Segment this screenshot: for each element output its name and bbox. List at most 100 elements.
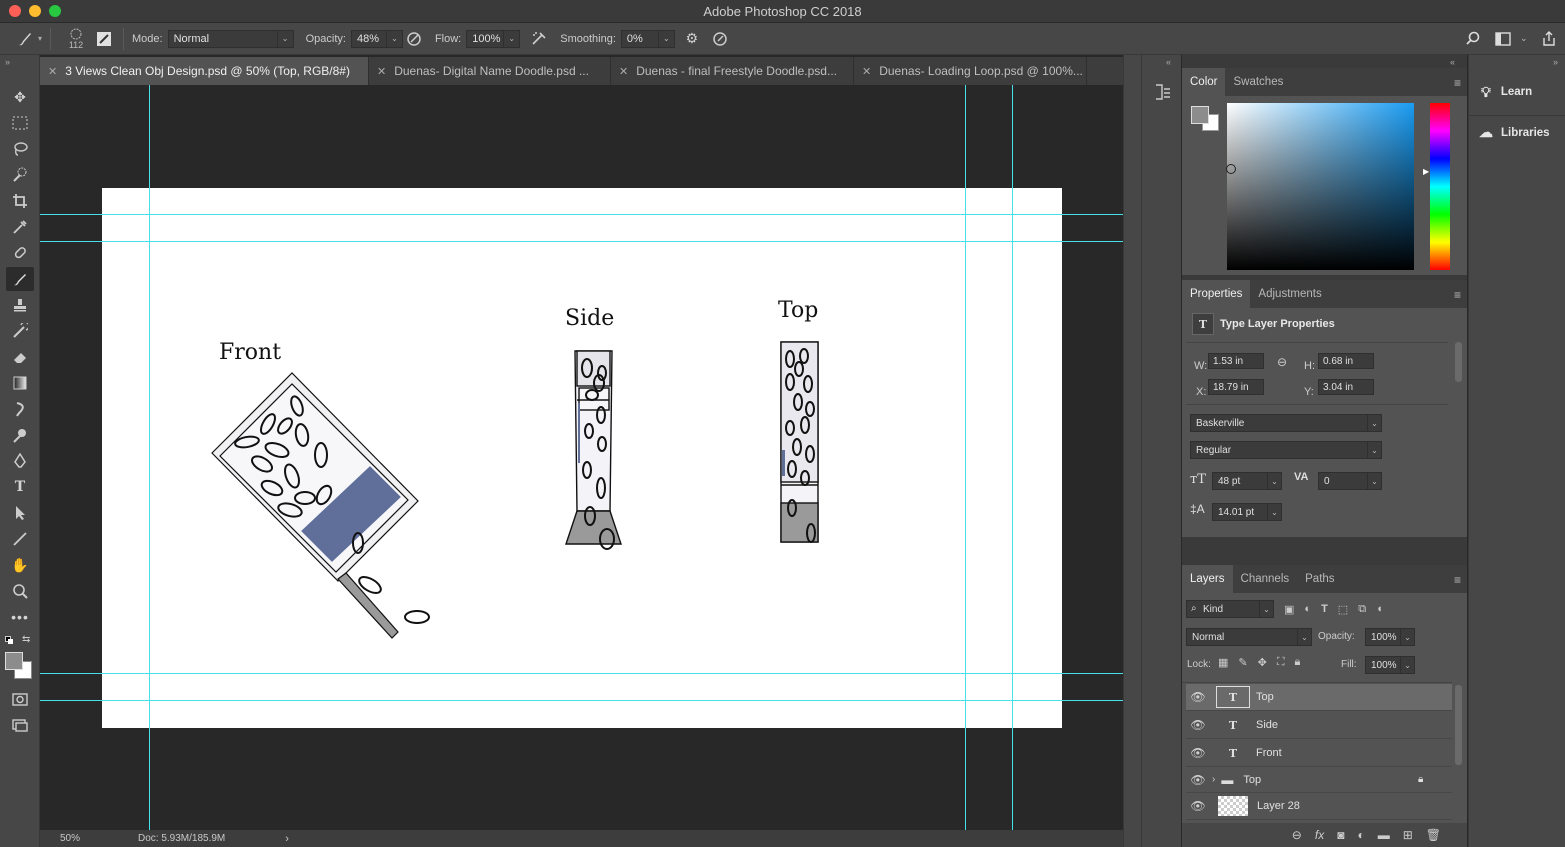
chevron-down-icon[interactable]: ⌄	[1368, 472, 1382, 490]
tab-document-3[interactable]: ✕ Duenas - final Freestyle Doodle.psd...	[611, 57, 854, 85]
chevron-down-icon[interactable]: ⌄	[277, 29, 294, 48]
gear-icon[interactable]: ⚙	[681, 28, 703, 50]
width-field[interactable]: 1.53 in	[1208, 353, 1264, 369]
guide-horizontal[interactable]	[40, 700, 1123, 701]
guide-vertical[interactable]	[149, 85, 150, 830]
foreground-color-swatch[interactable]	[5, 652, 23, 670]
history-brush-tool-icon[interactable]	[6, 319, 34, 343]
new-layer-icon[interactable]: ⊞	[1403, 828, 1413, 842]
height-field[interactable]: 0.68 in	[1318, 353, 1374, 369]
chevron-down-icon[interactable]: ⌄	[1368, 441, 1382, 459]
chevron-down-icon[interactable]: ⌄	[1298, 628, 1312, 646]
layer-opacity-field[interactable]: 100%	[1365, 628, 1401, 646]
pressure-opacity-icon[interactable]	[403, 28, 425, 50]
chevron-down-icon[interactable]: ⌄	[1520, 33, 1528, 44]
guide-vertical[interactable]	[965, 85, 966, 830]
properties-scrollbar[interactable]	[1455, 342, 1462, 382]
layer-row-front-text[interactable]: 👁︎ T Front	[1186, 740, 1452, 767]
new-group-icon[interactable]: ▬	[1378, 828, 1390, 842]
quick-selection-tool-icon[interactable]	[6, 163, 34, 187]
blend-mode-select[interactable]: Normal	[1186, 628, 1298, 646]
trash-icon[interactable]: 🗑︎	[1426, 828, 1441, 842]
tab-swatches[interactable]: Swatches	[1225, 68, 1291, 96]
swap-colors-icon[interactable]: ⇆	[22, 634, 30, 645]
tab-document-2[interactable]: ✕ Duenas- Digital Name Doodle.psd ...	[369, 57, 611, 85]
chevron-down-icon[interactable]: ⌄	[658, 29, 675, 48]
y-field[interactable]: 3.04 in	[1318, 379, 1374, 395]
line-tool-icon[interactable]	[6, 527, 34, 551]
brush-settings-icon[interactable]	[93, 28, 115, 50]
canvas-area[interactable]: Front Side Top	[40, 85, 1123, 830]
visibility-eye-icon[interactable]: 👁︎	[1188, 799, 1208, 813]
collapse-icon[interactable]: «	[1450, 57, 1455, 67]
marquee-tool-icon[interactable]	[6, 111, 34, 135]
quick-mask-icon[interactable]	[6, 687, 34, 711]
lock-transparency-icon[interactable]: ▦	[1218, 656, 1228, 669]
lock-pixels-icon[interactable]: ✎	[1238, 656, 1247, 669]
visibility-eye-icon[interactable]: 👁︎	[1188, 746, 1208, 760]
eyedropper-tool-icon[interactable]	[6, 215, 34, 239]
minimize-window-button[interactable]	[29, 5, 41, 17]
dodge-tool-icon[interactable]	[6, 423, 34, 447]
visibility-eye-icon[interactable]: 👁︎	[1188, 773, 1208, 787]
guide-horizontal[interactable]	[40, 673, 1123, 674]
tab-paths[interactable]: Paths	[1297, 565, 1342, 593]
filter-toggle-icon[interactable]: ◖	[1376, 603, 1383, 616]
airbrush-icon[interactable]	[528, 28, 550, 50]
close-icon[interactable]: ✕	[377, 65, 386, 78]
screen-mode-icon[interactable]	[6, 713, 34, 737]
font-family-select[interactable]: Baskerville	[1190, 414, 1368, 432]
hand-tool-icon[interactable]: ✋	[6, 553, 34, 577]
x-field[interactable]: 18.79 in	[1208, 379, 1264, 395]
chevron-right-icon[interactable]: ›	[285, 833, 289, 845]
chevron-down-icon[interactable]: ⌄	[1368, 414, 1382, 432]
layer-row-top-group[interactable]: 👁︎ › ▬ Top 🔒︎	[1186, 767, 1452, 793]
brush-preset-picker[interactable]: 112	[59, 28, 93, 50]
smoothing-field[interactable]: 0%	[620, 29, 659, 48]
flow-field[interactable]: 100%	[466, 29, 505, 48]
chevron-down-icon[interactable]: ⌄	[386, 29, 403, 48]
close-icon[interactable]: ✕	[619, 65, 628, 78]
close-icon[interactable]: ✕	[862, 65, 871, 78]
chevron-down-icon[interactable]: ⌄	[1401, 656, 1415, 674]
chevron-down-icon[interactable]: ⌄	[1268, 472, 1282, 490]
default-colors-icon[interactable]	[5, 636, 13, 644]
collapse-icon[interactable]: »	[1553, 57, 1558, 67]
mode-select[interactable]: Normal	[167, 29, 278, 48]
maximize-window-button[interactable]	[49, 5, 61, 17]
chevron-down-icon[interactable]: ⌄	[1401, 628, 1415, 646]
gradient-tool-icon[interactable]	[6, 371, 34, 395]
type-tool-icon[interactable]: T	[6, 475, 34, 499]
guide-vertical[interactable]	[1012, 85, 1013, 830]
close-window-button[interactable]	[9, 5, 21, 17]
libraries-panel-button[interactable]: ☁︎ Libraries	[1469, 115, 1565, 149]
tab-document-4[interactable]: ✕ Duenas- Loading Loop.psd @ 100%...	[854, 57, 1087, 85]
layer-row-top-text[interactable]: 👁︎ T Top	[1186, 684, 1452, 711]
collapse-icon[interactable]: «	[1166, 57, 1171, 67]
color-picker-handle[interactable]	[1226, 164, 1236, 174]
chevron-right-icon[interactable]: ›	[1212, 774, 1215, 785]
leading-field[interactable]: 14.01 pt	[1212, 503, 1268, 521]
font-size-field[interactable]: 48 pt	[1212, 472, 1268, 490]
opacity-field[interactable]: 48%	[350, 29, 387, 48]
color-field[interactable]	[1227, 103, 1414, 270]
tab-document-1[interactable]: ✕ 3 Views Clean Obj Design.psd @ 50% (Top…	[40, 57, 369, 85]
panel-menu-icon[interactable]: ≡	[1454, 573, 1461, 587]
eraser-tool-icon[interactable]	[6, 345, 34, 369]
lasso-tool-icon[interactable]	[6, 137, 34, 161]
tab-properties[interactable]: Properties	[1182, 280, 1251, 308]
clone-stamp-tool-icon[interactable]	[6, 293, 34, 317]
filter-adjustment-icon[interactable]: ◐	[1304, 603, 1311, 616]
share-icon[interactable]	[1538, 28, 1560, 50]
zoom-tool-icon[interactable]	[6, 579, 34, 603]
move-tool-icon[interactable]: ✥	[6, 85, 34, 109]
tab-adjustments[interactable]: Adjustments	[1250, 280, 1329, 308]
more-tools-icon[interactable]: •••	[6, 605, 34, 629]
visibility-eye-icon[interactable]: 👁︎	[1188, 718, 1208, 732]
search-icon[interactable]	[1462, 28, 1484, 50]
filter-type-icon[interactable]: T	[1321, 603, 1328, 616]
history-panel-icon[interactable]	[1154, 83, 1172, 104]
pen-tool-icon[interactable]	[6, 449, 34, 473]
tab-channels[interactable]: Channels	[1233, 565, 1298, 593]
color-fg-swatch[interactable]	[1191, 106, 1209, 124]
